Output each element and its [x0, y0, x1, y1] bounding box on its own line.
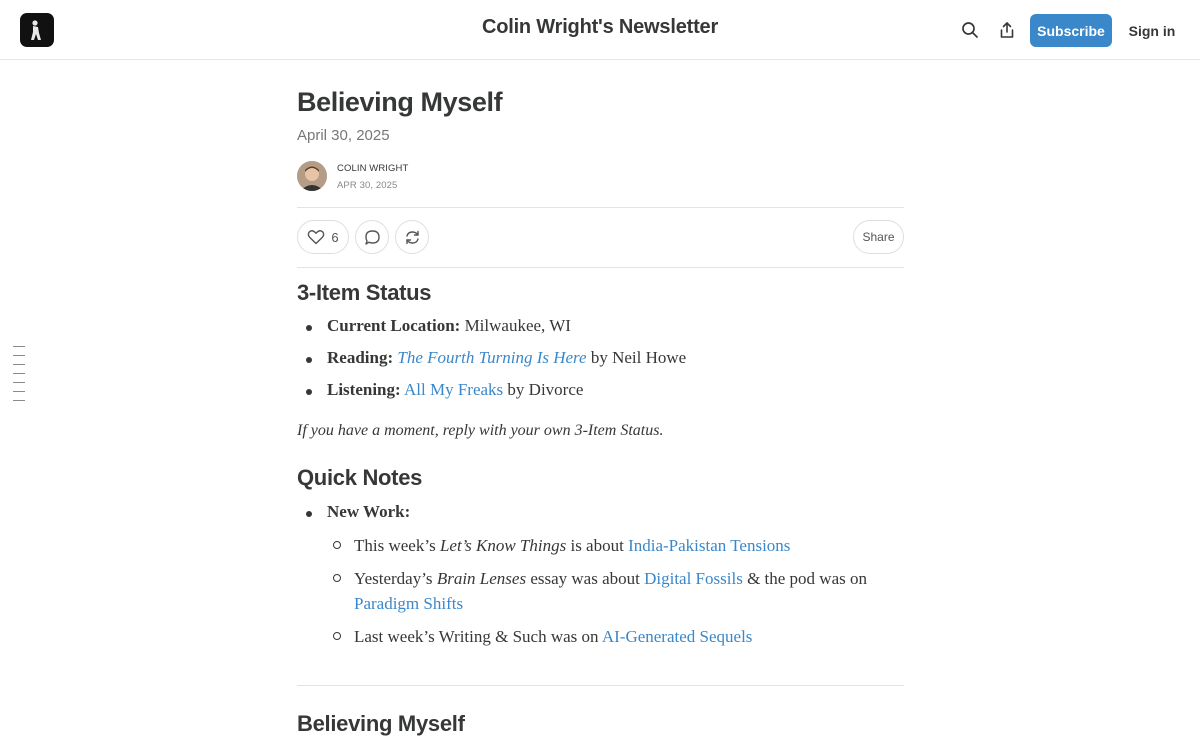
list-item: This week’s Let’s Know Things is about I… — [333, 533, 904, 558]
search-icon[interactable] — [959, 19, 981, 41]
list-item: Last week’s Writing & Such was on AI-Gen… — [333, 624, 904, 649]
like-count: 6 — [331, 229, 339, 245]
toc-tick[interactable] — [13, 355, 25, 356]
toc-tick[interactable] — [13, 382, 25, 383]
item-label: New Work: — [327, 502, 411, 521]
divider — [297, 207, 904, 208]
comment-icon — [364, 229, 380, 245]
post-title: Believing Myself — [297, 87, 503, 117]
toc-tick[interactable] — [13, 346, 25, 347]
item-text: Milwaukee, WI — [460, 316, 571, 335]
sign-in-button[interactable]: Sign in — [1126, 14, 1178, 47]
list-item: Yesterday’s Brain Lenses essay was about… — [333, 566, 904, 616]
list-item: New Work: This week’s Let’s Know Things … — [306, 502, 904, 649]
heart-icon — [308, 230, 325, 245]
toc-tick[interactable] — [13, 400, 25, 401]
like-button[interactable]: 6 — [297, 220, 349, 254]
toc-tick[interactable] — [13, 364, 25, 365]
item-label: Listening: — [327, 380, 401, 399]
item-text: by Divorce — [503, 380, 584, 399]
subscribe-button[interactable]: Subscribe — [1030, 14, 1112, 47]
divider — [297, 685, 904, 686]
item-text: by Neil Howe — [586, 348, 687, 367]
share-button[interactable]: Share — [853, 220, 904, 254]
status-note: If you have a moment, reply with your ow… — [297, 422, 664, 439]
essay-link[interactable]: Digital Fossils — [644, 569, 743, 588]
book-link[interactable]: The Fourth Turning Is Here — [397, 348, 586, 367]
list-item: Listening: All My Freaks by Divorce — [306, 380, 904, 412]
toc-tick[interactable] — [13, 391, 25, 392]
list-item: Current Location: Milwaukee, WI — [306, 316, 904, 348]
section-heading-believing-myself: Believing Myself — [297, 711, 465, 736]
restack-icon — [405, 230, 419, 244]
essay-link[interactable]: AI-Generated Sequels — [602, 627, 753, 646]
divider — [297, 267, 904, 268]
byline: COLIN WRIGHT APR 30, 2025 — [297, 161, 597, 193]
post-date: April 30, 2025 — [297, 127, 390, 144]
author-name[interactable]: COLIN WRIGHT — [337, 163, 408, 174]
comment-button[interactable] — [355, 220, 389, 254]
top-navbar: Colin Wright's Newsletter Subscribe Sign… — [0, 0, 1200, 60]
section-heading-status: 3-Item Status — [297, 280, 432, 305]
share-icon[interactable] — [996, 19, 1018, 41]
site-title[interactable]: Colin Wright's Newsletter — [0, 16, 1200, 39]
restack-button[interactable] — [395, 220, 429, 254]
item-label: Reading: — [327, 348, 394, 367]
author-date: APR 30, 2025 — [337, 180, 398, 191]
essay-link[interactable]: India-Pakistan Tensions — [628, 536, 790, 555]
author-avatar[interactable] — [297, 161, 327, 191]
podcast-link[interactable]: Paradigm Shifts — [354, 594, 463, 613]
item-label: Current Location: — [327, 316, 461, 335]
status-list: Current Location: Milwaukee, WI Reading:… — [297, 316, 904, 412]
toc-tick[interactable] — [13, 373, 25, 374]
list-item: Reading: The Fourth Turning Is Here by N… — [306, 348, 904, 380]
table-of-contents-indicator[interactable] — [13, 346, 25, 409]
section-heading-quick-notes: Quick Notes — [297, 465, 423, 490]
post-body: 3-Item Status Current Location: Milwauke… — [297, 277, 904, 649]
album-link[interactable]: All My Freaks — [404, 380, 503, 399]
quick-notes-list: New Work: This week’s Let’s Know Things … — [297, 502, 904, 649]
new-work-sublist: This week’s Let’s Know Things is about I… — [327, 533, 904, 649]
post-actions: 6 Share — [297, 220, 904, 254]
